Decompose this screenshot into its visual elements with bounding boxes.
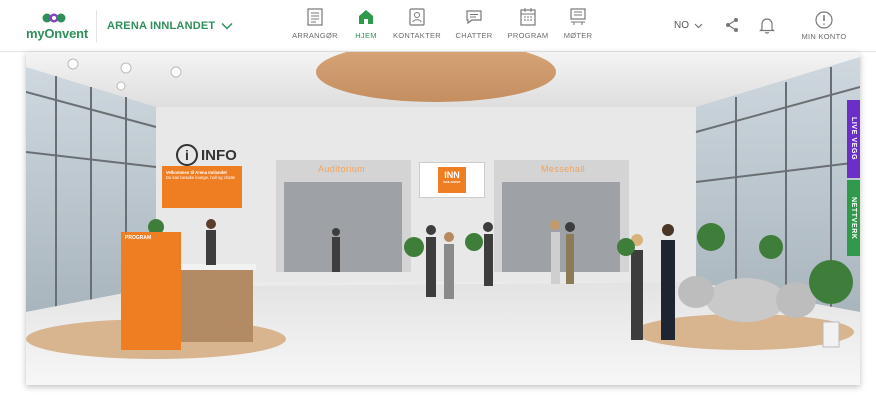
chevron-down-icon — [694, 23, 703, 28]
live-wall-tab[interactable]: LIVE VEGG — [847, 100, 860, 178]
chat-icon — [464, 6, 484, 28]
info-screen-text: Du kan besøke lounge, hall og chatte — [166, 175, 236, 180]
nav-item-contacts[interactable]: KONTAKTER — [388, 6, 446, 46]
nav-item-program[interactable]: PROGRAM — [502, 6, 554, 46]
meeting-icon — [568, 6, 588, 28]
program-board[interactable]: PROGRAM — [121, 232, 181, 350]
nav-item-organizer[interactable]: ARRANGØR — [286, 6, 344, 46]
nav-item-meetings[interactable]: MØTER — [558, 6, 598, 46]
organizer-icon — [305, 6, 325, 28]
account-button[interactable]: MIN KONTO — [796, 11, 852, 41]
user-account-icon — [815, 11, 833, 29]
info-desk-sign: i INFO — [176, 144, 237, 166]
inn-logo: INN INNLANDET — [438, 167, 466, 193]
language-selector[interactable]: NO — [674, 20, 703, 31]
event-name: ARENA INNLANDET — [107, 20, 216, 32]
logo-wordmark: myOnvent — [26, 26, 88, 41]
nav-item-home[interactable]: HJEM — [348, 6, 384, 46]
virtual-lobby-scene[interactable]: i INFO Velkommen til Arena Innlandet Du … — [26, 52, 860, 385]
home-icon — [356, 6, 376, 28]
event-selector[interactable]: ARENA INNLANDET — [107, 20, 233, 32]
auditorium-sign[interactable]: Auditorium — [318, 164, 365, 174]
info-icon: i — [176, 144, 198, 166]
bell-icon[interactable] — [759, 16, 775, 34]
chevron-down-icon — [221, 22, 233, 30]
language-value: NO — [674, 20, 689, 31]
contacts-icon — [407, 6, 427, 28]
myonvent-logo[interactable]: myOnvent — [26, 11, 90, 43]
exhibition-hall-sign[interactable]: Messehall — [541, 164, 585, 174]
inn-logo-screen: INN INNLANDET — [419, 162, 485, 198]
header-divider — [96, 10, 97, 42]
nav-item-chats[interactable]: CHATTER — [450, 6, 498, 46]
info-screen[interactable]: Velkommen til Arena Innlandet Du kan bes… — [162, 166, 242, 208]
top-navigation-bar: myOnvent ARENA INNLANDET ARRANGØR HJEM K… — [0, 0, 876, 52]
logo-mark-icon — [42, 13, 66, 23]
networking-tab[interactable]: NETTVERK — [847, 180, 860, 256]
share-icon[interactable] — [724, 17, 740, 33]
program-board-title: PROGRAM — [125, 235, 152, 241]
calendar-icon — [518, 6, 538, 28]
main-nav: ARRANGØR HJEM KONTAKTER CHATTER PROGRAM — [286, 6, 602, 46]
